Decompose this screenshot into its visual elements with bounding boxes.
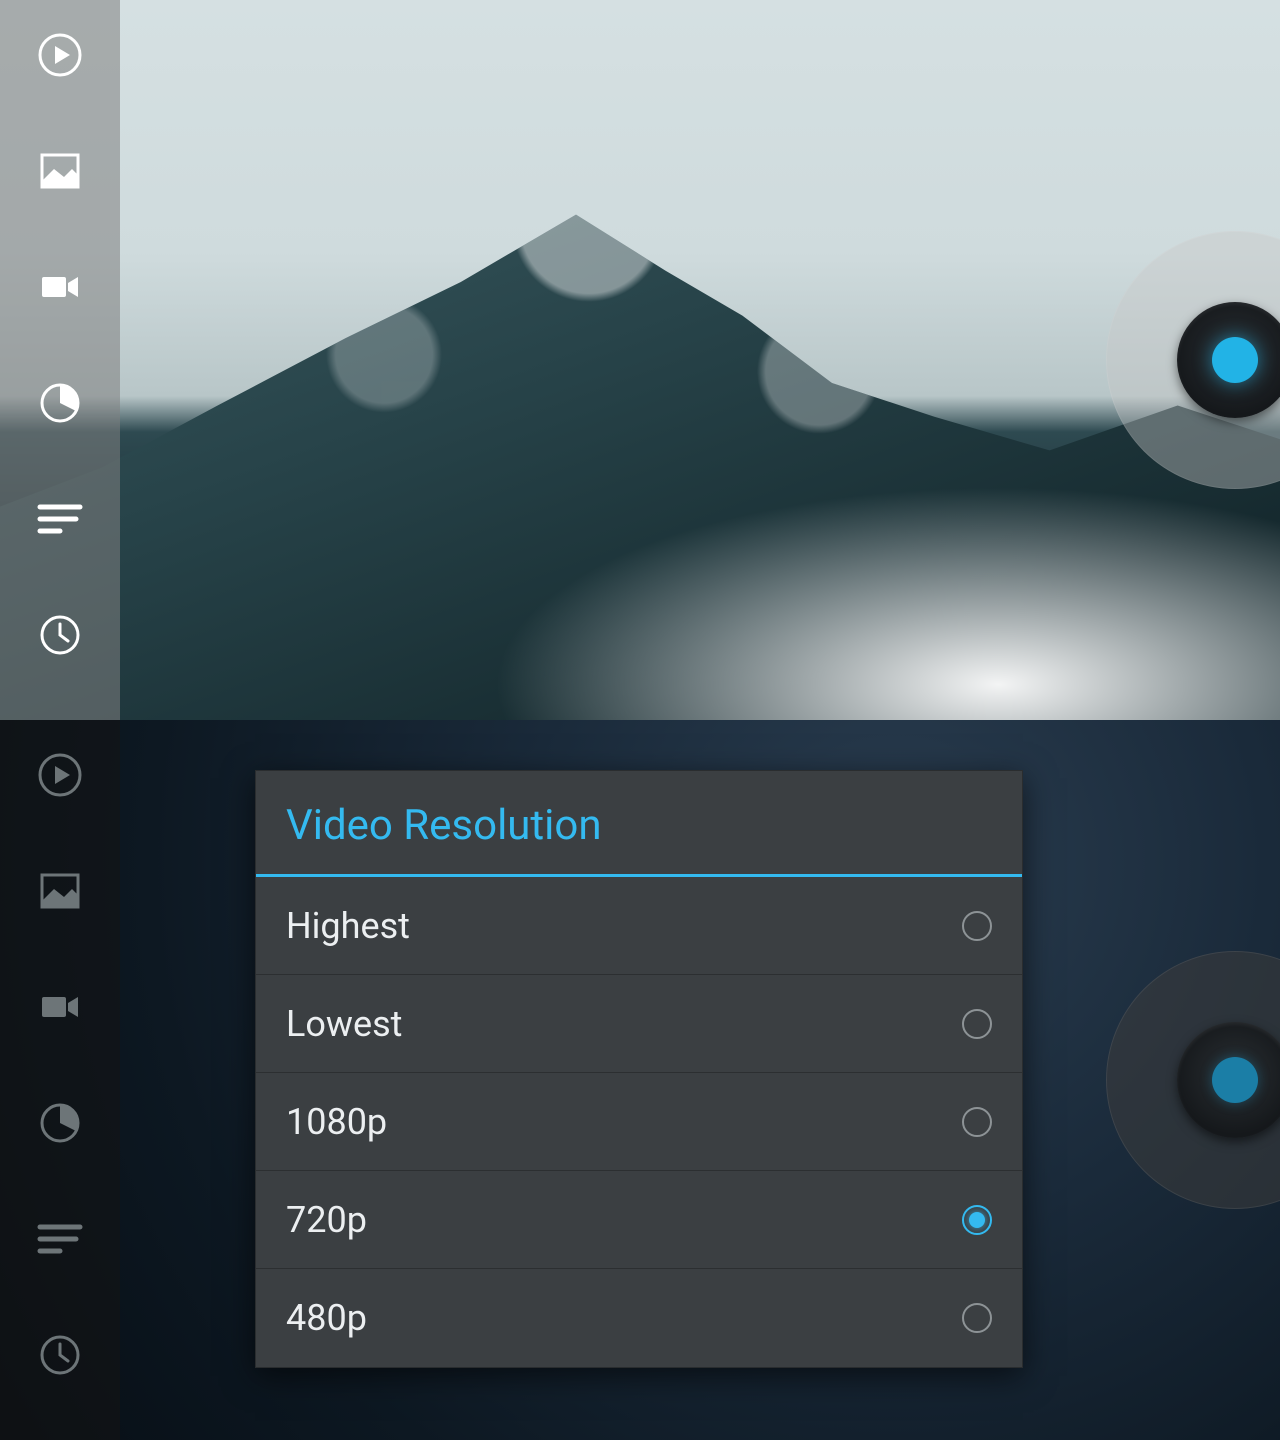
- resolution-option-highest[interactable]: Highest: [256, 877, 1022, 975]
- radio-icon: [962, 1303, 992, 1333]
- play-icon[interactable]: [31, 746, 89, 804]
- camera-viewfinder-bottom: Video Resolution Highest Lowest 1080p 72…: [0, 720, 1280, 1440]
- radio-icon: [962, 1107, 992, 1137]
- sidebar-top: [0, 0, 120, 720]
- option-label: 480p: [286, 1297, 367, 1339]
- option-label: Highest: [286, 905, 410, 947]
- video-resolution-dialog: Video Resolution Highest Lowest 1080p 72…: [255, 770, 1023, 1368]
- radio-icon: [962, 1009, 992, 1039]
- video-icon[interactable]: [31, 978, 89, 1036]
- image-icon[interactable]: [31, 142, 89, 200]
- camera-viewfinder-top: [0, 0, 1280, 720]
- option-label: 1080p: [286, 1101, 387, 1143]
- resolution-option-720p[interactable]: 720p: [256, 1171, 1022, 1269]
- record-button[interactable]: [1106, 951, 1280, 1209]
- app-root: Video Resolution Highest Lowest 1080p 72…: [0, 0, 1280, 1440]
- sidebar-bottom: [0, 720, 120, 1440]
- pie-timer-icon[interactable]: [31, 1094, 89, 1152]
- clock-icon[interactable]: [31, 606, 89, 664]
- option-label: 720p: [286, 1199, 367, 1241]
- video-icon[interactable]: [31, 258, 89, 316]
- option-label: Lowest: [286, 1003, 402, 1045]
- dialog-title: Video Resolution: [256, 771, 1022, 877]
- resolution-option-1080p[interactable]: 1080p: [256, 1073, 1022, 1171]
- record-button-dot: [1212, 1057, 1258, 1103]
- resolution-option-480p[interactable]: 480p: [256, 1269, 1022, 1367]
- radio-icon: [962, 911, 992, 941]
- pie-timer-icon[interactable]: [31, 374, 89, 432]
- radio-icon-selected: [962, 1205, 992, 1235]
- play-icon[interactable]: [31, 26, 89, 84]
- clock-icon[interactable]: [31, 1326, 89, 1384]
- resolution-option-lowest[interactable]: Lowest: [256, 975, 1022, 1073]
- burst-lines-icon[interactable]: [31, 1210, 89, 1268]
- burst-lines-icon[interactable]: [31, 490, 89, 548]
- record-button-dot: [1212, 337, 1258, 383]
- record-button[interactable]: [1106, 231, 1280, 489]
- image-icon[interactable]: [31, 862, 89, 920]
